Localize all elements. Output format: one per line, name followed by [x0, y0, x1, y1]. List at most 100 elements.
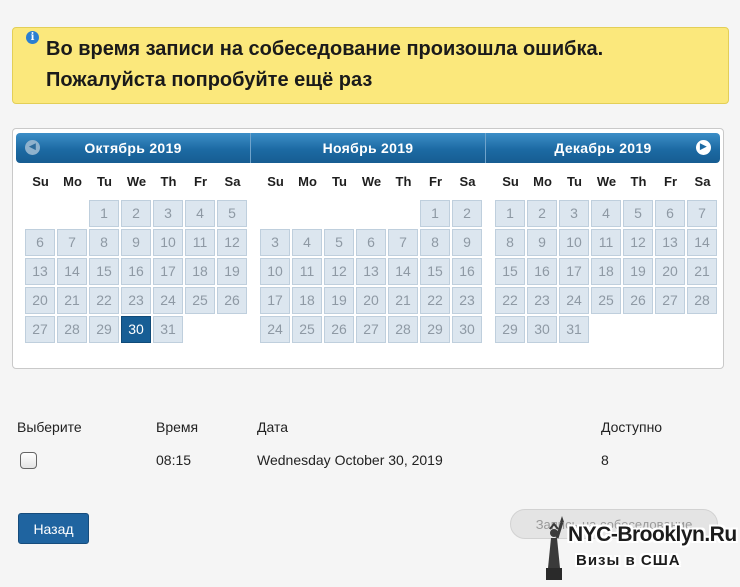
- month-november: Ноябрь 2019 Su Mo Tu We Th Fr Sa 1 2 3 4 5 6 7 8 9 10 11…: [251, 133, 485, 343]
- day-cell: 1: [495, 200, 525, 227]
- day-cell: 24: [559, 287, 589, 314]
- weekday-label: Su: [267, 174, 284, 189]
- day-cell: 23: [452, 287, 482, 314]
- day-cell: 23: [121, 287, 151, 314]
- day-cell: 9: [527, 229, 557, 256]
- day-cell: 11: [185, 229, 215, 256]
- alert-message-line-2: Пожалуйста попробуйте ещё раз: [46, 69, 373, 91]
- slot-available: 8: [601, 452, 609, 468]
- day-cell: 18: [292, 287, 322, 314]
- month-header: Ноябрь 2019: [251, 133, 485, 163]
- weekday-label: Mo: [533, 174, 552, 189]
- weekday-row: Su Mo Tu We Th Fr Sa: [495, 172, 720, 192]
- weekday-label: Th: [630, 174, 647, 189]
- day-cell: 27: [25, 316, 55, 343]
- day-cell: 2: [121, 200, 151, 227]
- day-cell: 3: [260, 229, 290, 256]
- day-cell: 26: [217, 287, 247, 314]
- day-cell: 29: [420, 316, 450, 343]
- day-cell: 19: [217, 258, 247, 285]
- day-cell: 16: [452, 258, 482, 285]
- month-title: Октябрь 2019: [84, 140, 182, 156]
- day-cell: 10: [153, 229, 183, 256]
- weekday-label: Sa: [694, 174, 711, 189]
- month-title: Ноябрь 2019: [322, 140, 414, 156]
- day-cell: 8: [420, 229, 450, 256]
- back-button[interactable]: Назад: [18, 513, 89, 544]
- day-cell: 14: [57, 258, 87, 285]
- day-cell: 31: [559, 316, 589, 343]
- day-cell: 6: [25, 229, 55, 256]
- day-cell: 21: [388, 287, 418, 314]
- slot-checkbox[interactable]: [20, 452, 37, 469]
- weekday-label: Mo: [63, 174, 82, 189]
- day-cell: 9: [452, 229, 482, 256]
- day-cell: 28: [687, 287, 717, 314]
- column-header-available: Доступно: [601, 419, 663, 435]
- column-header-select: Выберите: [17, 419, 82, 435]
- weekday-label: Th: [160, 174, 177, 189]
- day-cell: 12: [324, 258, 354, 285]
- day-cell: 15: [495, 258, 525, 285]
- datepicker: ◀ Октябрь 2019 Su Mo Tu We Th Fr Sa 1234567891…: [12, 128, 724, 369]
- day-cell: 20: [655, 258, 685, 285]
- day-cell: 17: [559, 258, 589, 285]
- day-cell: 11: [591, 229, 621, 256]
- day-cell: 30: [452, 316, 482, 343]
- error-alert: i Во время записи на собеседование произ…: [12, 27, 729, 104]
- day-cell: 4: [591, 200, 621, 227]
- day-cell: 20: [356, 287, 386, 314]
- day-cell: 13: [655, 229, 685, 256]
- day-cell: 22: [420, 287, 450, 314]
- weekday-row: Su Mo Tu We Th Fr Sa: [260, 172, 485, 192]
- weekday-label: Sa: [459, 174, 476, 189]
- chevron-left-icon[interactable]: ◀: [25, 140, 40, 155]
- day-cell: 1: [420, 200, 450, 227]
- day-cell: 15: [89, 258, 119, 285]
- day-cell: 22: [89, 287, 119, 314]
- day-cell: 21: [687, 258, 717, 285]
- day-cell: 29: [495, 316, 525, 343]
- day-cell: 10: [559, 229, 589, 256]
- watermark-brand: NYC-Brooklyn.Ru: [568, 523, 737, 546]
- weekday-label: Fr: [429, 174, 442, 189]
- day-cell: 17: [260, 287, 290, 314]
- day-cell: 31: [153, 316, 183, 343]
- day-cell: 26: [324, 316, 354, 343]
- column-header-date: Дата: [257, 419, 289, 435]
- day-cell: 8: [89, 229, 119, 256]
- month-title: Декабрь 2019: [554, 140, 652, 156]
- day-cell: 3: [559, 200, 589, 227]
- watermark-subtitle: Визы в США: [576, 552, 681, 569]
- day-cell: 12: [623, 229, 653, 256]
- day-cell: 28: [388, 316, 418, 343]
- info-icon: i: [26, 31, 39, 44]
- month-header: Декабрь 2019 ▶: [486, 133, 720, 163]
- weekday-label: Fr: [194, 174, 207, 189]
- day-cell: 7: [388, 229, 418, 256]
- slot-time: 08:15: [156, 452, 192, 468]
- weekday-label: Tu: [567, 174, 582, 189]
- day-cell: 13: [356, 258, 386, 285]
- day-cell: 6: [655, 200, 685, 227]
- weekday-label: We: [126, 174, 147, 189]
- statue-of-liberty-icon: [546, 516, 564, 580]
- day-grid: 1 2 3 4 5 6 7 8 9 10 11 12 13 14 15 16 17 18 19 20 21 22 23 24 2…: [495, 200, 720, 343]
- day-cell: 26: [623, 287, 653, 314]
- chevron-right-icon[interactable]: ▶: [696, 140, 711, 155]
- day-cell: 20: [25, 287, 55, 314]
- weekday-label: Mo: [298, 174, 317, 189]
- day-cell: 25: [591, 287, 621, 314]
- day-cell: 27: [356, 316, 386, 343]
- day-cell: 19: [623, 258, 653, 285]
- day-cell: 14: [388, 258, 418, 285]
- weekday-label: We: [596, 174, 617, 189]
- day-cell: 27: [655, 287, 685, 314]
- day-cell: 15: [420, 258, 450, 285]
- weekday-label: Sa: [224, 174, 241, 189]
- day-cell: 21: [57, 287, 87, 314]
- day-cell-selected[interactable]: 30: [121, 316, 151, 343]
- weekday-label: Su: [502, 174, 519, 189]
- day-cell: 18: [591, 258, 621, 285]
- day-cell: 4: [185, 200, 215, 227]
